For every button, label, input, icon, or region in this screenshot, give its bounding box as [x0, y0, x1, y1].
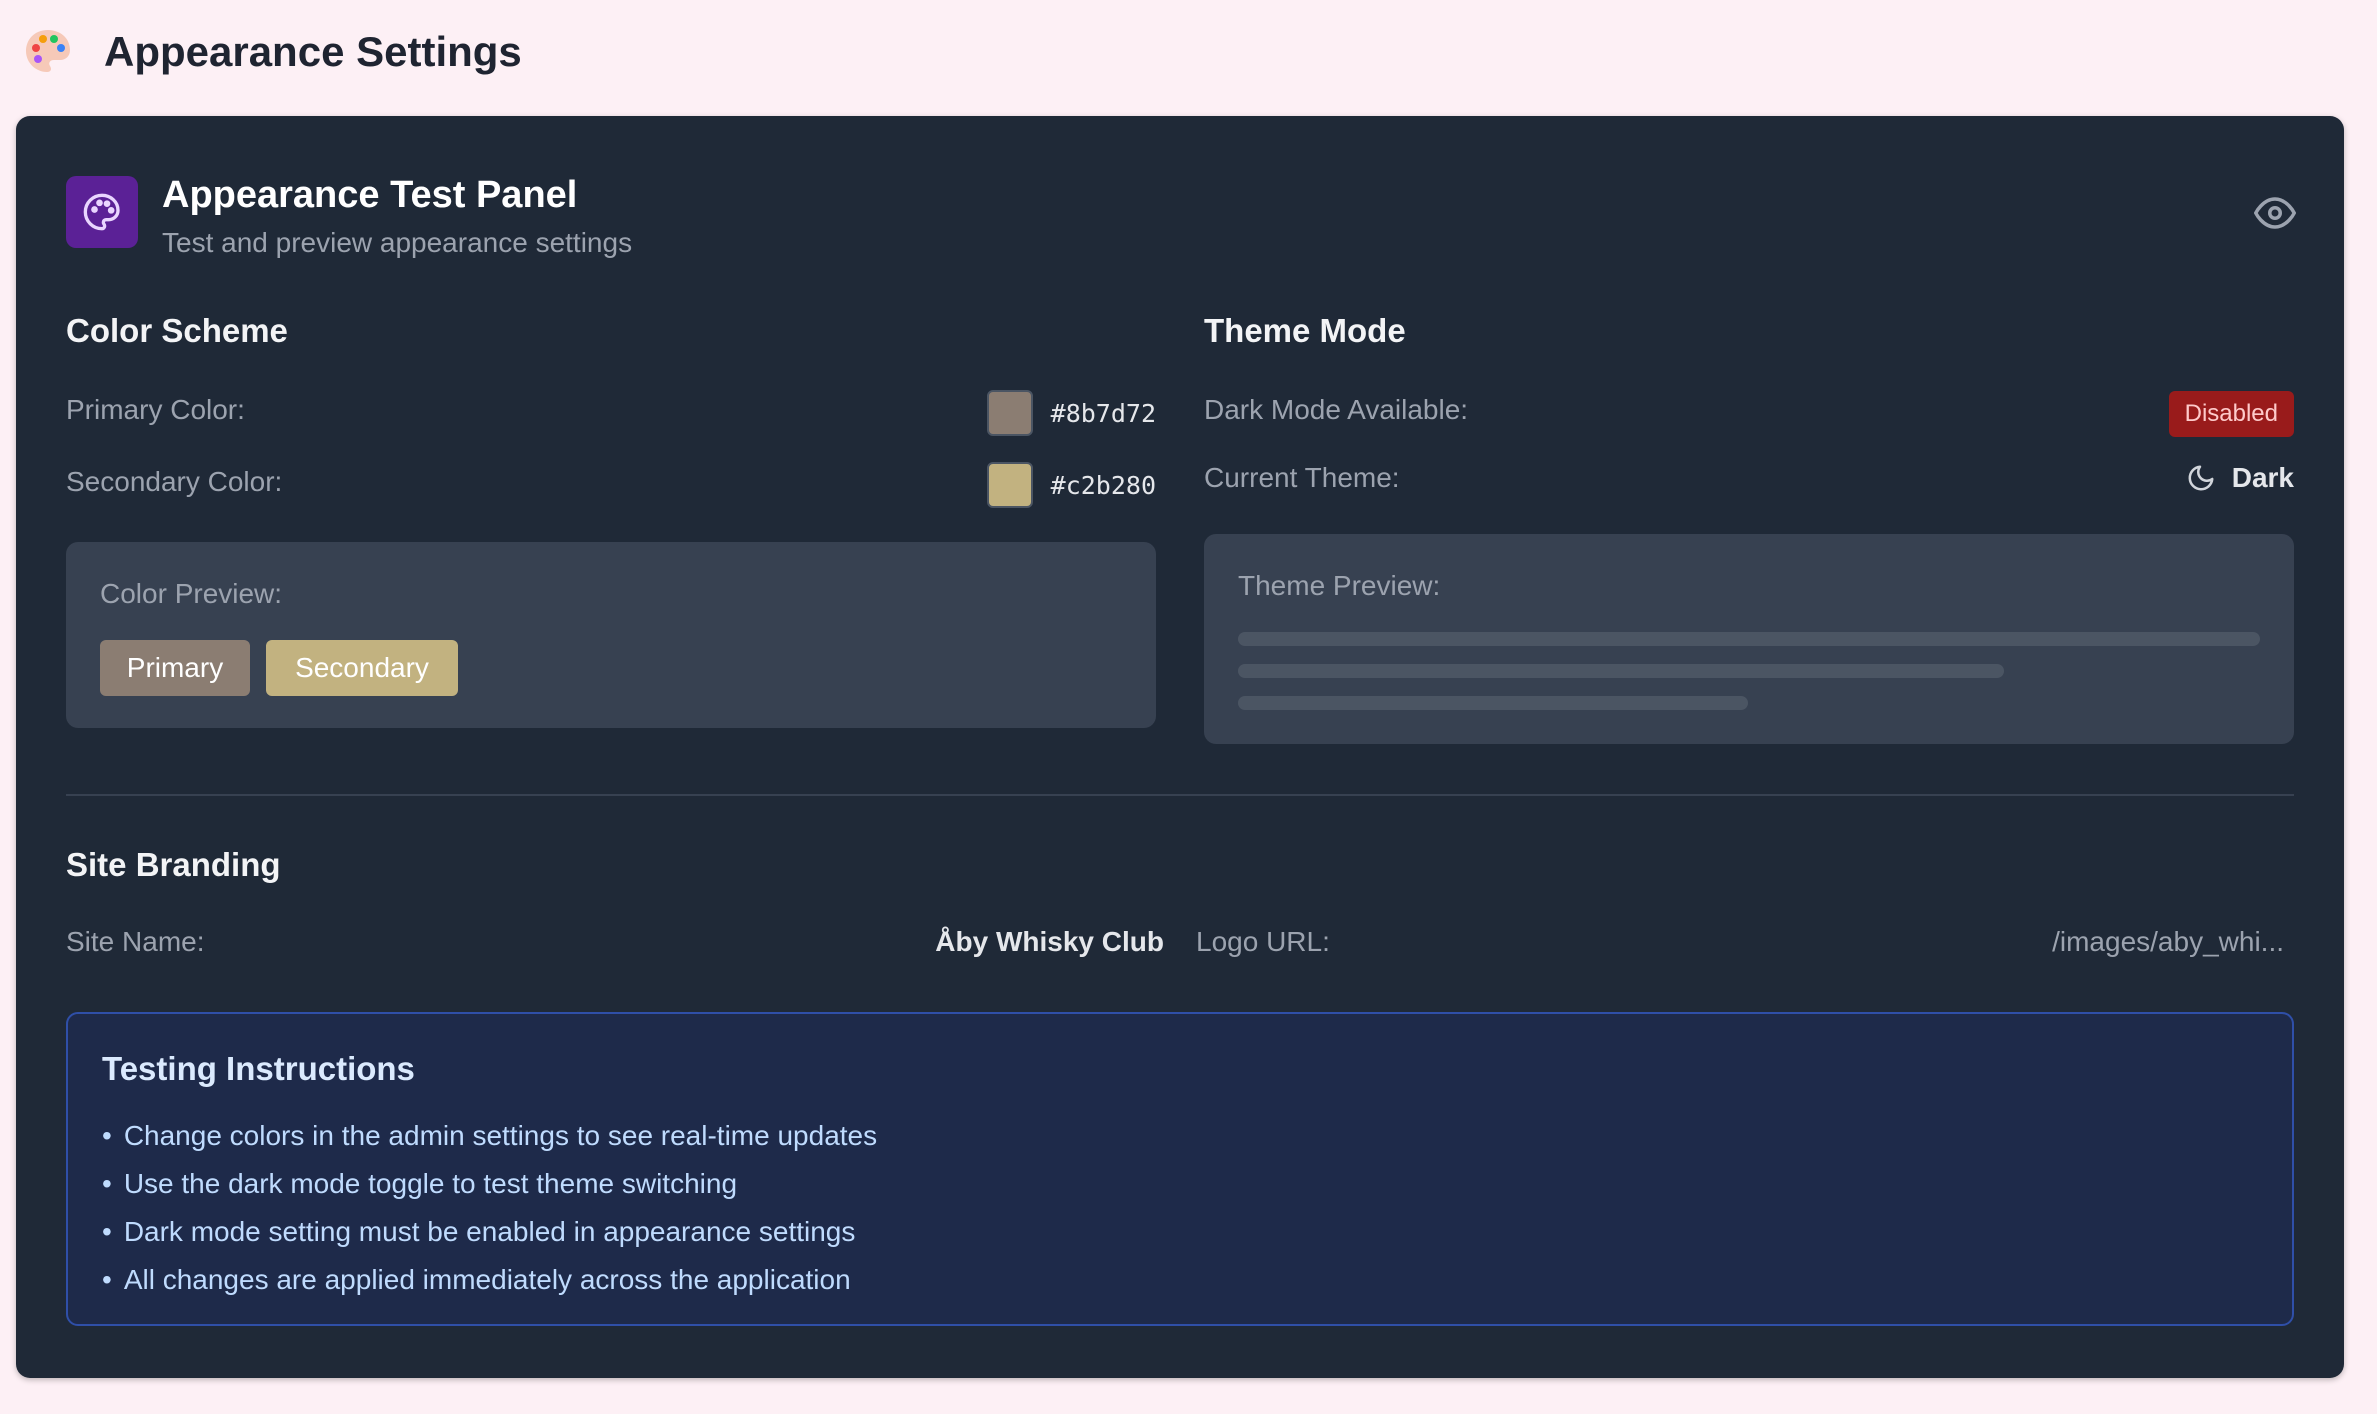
list-item: All changes are applied immediately acro…	[102, 1256, 877, 1304]
page-title: Appearance Settings	[104, 28, 522, 75]
preview-line	[1238, 664, 2004, 678]
panel-header: Appearance Test Panel Test and preview a…	[66, 174, 633, 259]
instructions-title: Testing Instructions	[102, 1050, 415, 1087]
current-theme-value: Dark	[2186, 462, 2294, 494]
secondary-color-label: Secondary Color:	[66, 466, 283, 497]
primary-color-label: Primary Color:	[66, 394, 245, 425]
theme-preview-box: Theme Preview:	[1204, 534, 2294, 744]
site-branding-title: Site Branding	[66, 846, 281, 883]
site-name-label: Site Name:	[66, 926, 205, 957]
list-item: Change colors in the admin settings to s…	[102, 1112, 877, 1160]
primary-color-value: #8b7d72	[986, 390, 1156, 436]
current-theme-text: Dark	[2231, 462, 2294, 493]
list-item: Dark mode setting must be enabled in app…	[102, 1208, 877, 1256]
eye-icon[interactable]	[2254, 192, 2296, 234]
appearance-test-panel: Appearance Test Panel Test and preview a…	[16, 116, 2344, 1378]
palette-icon	[83, 193, 120, 231]
testing-instructions: Testing Instructions Change colors in th…	[66, 1012, 2294, 1326]
logo-url-value: /images/aby_whi...	[2052, 926, 2284, 957]
secondary-chip: Secondary	[266, 640, 458, 696]
color-preview-label: Color Preview:	[100, 578, 283, 609]
secondary-color-swatch	[986, 462, 1033, 508]
page-header: Appearance Settings	[22, 22, 522, 82]
theme-preview-label: Theme Preview:	[1238, 570, 1441, 601]
primary-color-hex: #8b7d72	[1050, 398, 1156, 428]
logo-url-label: Logo URL:	[1196, 926, 1330, 957]
preview-line	[1238, 632, 2260, 646]
site-name-value: Åby Whisky Club	[935, 926, 1164, 957]
color-preview-box: Color Preview: Primary Secondary	[66, 542, 1156, 728]
panel-subtitle: Test and preview appearance settings	[162, 227, 633, 258]
primary-color-swatch	[986, 390, 1033, 436]
secondary-color-hex: #c2b280	[1050, 470, 1156, 500]
panel-title: Appearance Test Panel	[162, 174, 578, 216]
current-theme-label: Current Theme:	[1204, 462, 1400, 493]
color-scheme-title: Color Scheme	[66, 312, 288, 349]
section-divider	[66, 794, 2294, 796]
palette-icon	[26, 30, 70, 72]
secondary-color-value: #c2b280	[986, 462, 1156, 508]
status-badge: Disabled	[2168, 391, 2294, 437]
primary-chip: Primary	[100, 640, 250, 696]
list-item: Use the dark mode toggle to test theme s…	[102, 1160, 877, 1208]
preview-line	[1238, 696, 1748, 710]
dark-mode-available-label: Dark Mode Available:	[1204, 394, 1469, 425]
theme-mode-title: Theme Mode	[1204, 312, 1406, 349]
panel-icon-badge	[66, 176, 138, 248]
instructions-list: Change colors in the admin settings to s…	[102, 1112, 877, 1304]
moon-icon	[2188, 465, 2214, 491]
